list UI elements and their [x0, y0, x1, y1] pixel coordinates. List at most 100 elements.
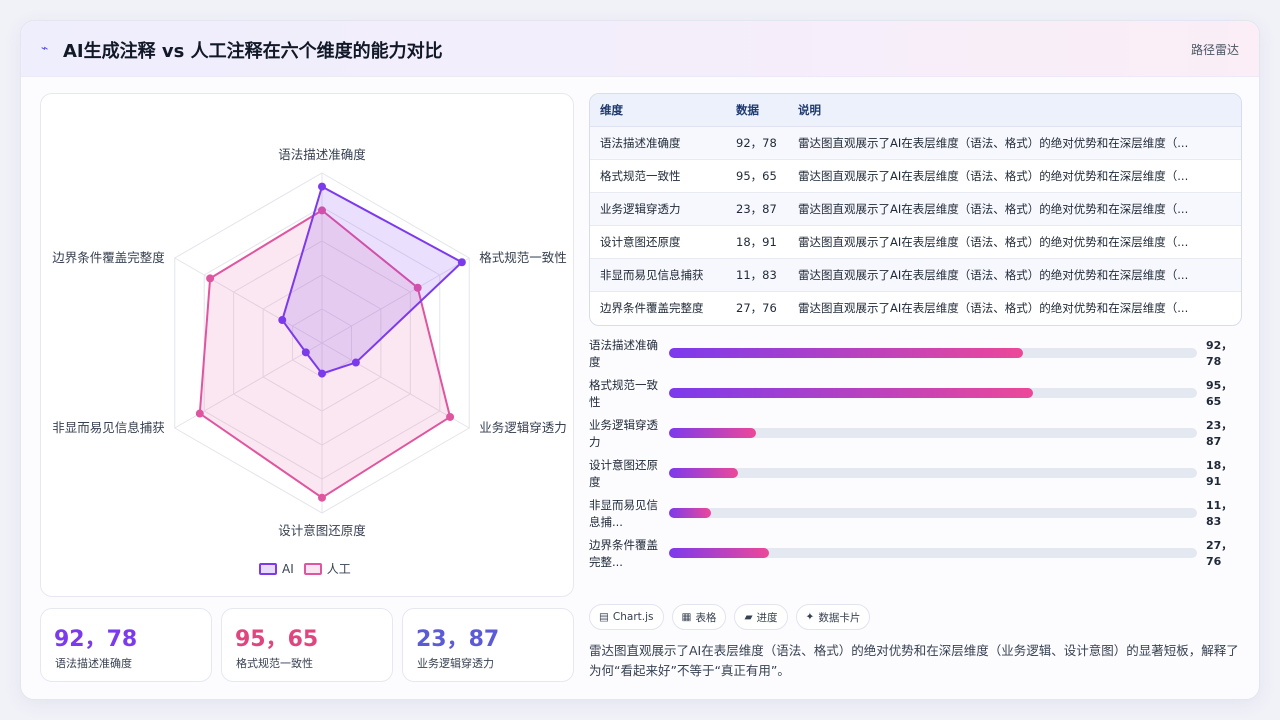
card-icon: ✦ [805, 611, 815, 623]
progress-value: 27，76 [1206, 539, 1233, 568]
progress-track [669, 428, 1197, 438]
table-cell: 业务逻辑穿透力 [590, 192, 726, 226]
progress-track [669, 508, 1197, 518]
progress-label: 边界条件覆盖完整... [589, 538, 658, 569]
table-cell: 非显而易见信息捕获 [590, 258, 726, 292]
chart-legend: AI 人工 [259, 560, 351, 577]
stat-label: 格式规范一致性 [236, 657, 313, 670]
radar-point [278, 316, 287, 325]
table-row[interactable]: 设计意图还原度 18，91 雷达图直观展示了AI在表层维度（语法、格式）的绝对优… [590, 225, 1241, 259]
progress-row: 非显而易见信息捕... 11，83 [589, 497, 1242, 533]
chip-label: 数据卡片 [818, 611, 861, 624]
progress-track [669, 548, 1197, 558]
table-cell: 边界条件覆盖完整度 [600, 300, 704, 315]
progress-row: 边界条件覆盖完整... 27，76 [589, 537, 1242, 573]
progress-value: 23，87 [1206, 419, 1233, 448]
chip-label: Chart.js [612, 611, 654, 623]
col-header-data[interactable]: 数据 [726, 94, 788, 127]
radar-chart: 语法描述准确度格式规范一致性业务逻辑穿透力设计意图还原度 非显而易见信息捕获边界条… [52, 147, 567, 538]
stat-label: 语法描述准确度 [55, 657, 132, 670]
progress-value: 18，91 [1206, 459, 1233, 488]
radar-point [206, 274, 215, 283]
table-cell: 雷达图直观展示了AI在表层维度（语法、格式）的绝对优势和在深层维度（... [788, 258, 1241, 292]
radar-axis-label: 业务逻辑穿透力 [479, 420, 567, 435]
radar-point [318, 182, 326, 191]
chip-data-card[interactable]: ✦ 数据卡片 [795, 604, 871, 630]
legend-item-human[interactable]: 人工 [303, 560, 351, 577]
legend-swatch-ai [259, 562, 277, 575]
radar-point [318, 493, 326, 502]
radar-point [446, 412, 455, 421]
progress-label: 非显而易见信息捕... [589, 498, 658, 529]
table-cell: 雷达图直观展示了AI在表层维度（语法、格式）的绝对优势和在深层维度（... [788, 225, 1241, 259]
legend-label-human: 人工 [326, 562, 351, 576]
legend-item-ai[interactable]: AI [259, 562, 294, 576]
table-cell: 95，65 [726, 159, 788, 193]
radar-point [457, 258, 466, 267]
table-cell: 设计意图还原度 [590, 225, 726, 259]
chart-icon: ▤ [599, 611, 609, 623]
progress-row: 语法描述准确度 92，78 [589, 337, 1242, 373]
radar-axis-label: 非显而易见信息捕获 [52, 420, 165, 435]
table-row[interactable]: 格式规范一致性 95，65 雷达图直观展示了AI在表层维度（语法、格式）的绝对优… [590, 159, 1241, 193]
radar-axis-label: 边界条件覆盖完整度 [52, 250, 165, 265]
radar-axis-label: 格式规范一致性 [479, 250, 567, 265]
progress-track [669, 388, 1197, 398]
progress-fill [669, 548, 770, 558]
col-header-dimension[interactable]: 维度 [590, 94, 726, 127]
table-cell: 格式规范一致性 [590, 159, 726, 193]
stat-value: 92，78 [54, 627, 138, 652]
progress-fill [669, 388, 1034, 398]
progress-value: 92，78 [1206, 339, 1233, 368]
dashboard-card: ⌁ AI生成注释 vs 人工注释在六个维度的能力对比 路径雷达 语法描述准确度格… [20, 20, 1260, 700]
chip-table[interactable]: ▦ 表格 [671, 604, 727, 630]
radar-point [195, 409, 204, 418]
progress-fill [669, 428, 757, 438]
legend-label-ai: AI [282, 561, 294, 576]
stat-label: 业务逻辑穿透力 [417, 657, 494, 670]
table-cell: 27，76 [736, 300, 777, 315]
radar-axis-label: 语法描述准确度 [278, 147, 366, 162]
chip-progress[interactable]: ▰ 进度 [734, 604, 788, 630]
summary-note: 雷达图直观展示了AI在表层维度（语法、格式）的绝对优势和在深层维度（业务逻辑、设… [589, 643, 1239, 678]
progress-row: 格式规范一致性 95，65 [589, 377, 1242, 413]
trend-icon: ⌁ [41, 41, 49, 55]
header-bar: ⌁ AI生成注释 vs 人工注释在六个维度的能力对比 路径雷达 [21, 21, 1259, 77]
table-cell: 语法描述准确度 [590, 126, 726, 160]
table-cell: 雷达图直观展示了AI在表层维度（语法、格式）的绝对优势和在深层维度（... [798, 300, 1189, 315]
stat-card-format: 95，65 格式规范一致性 [221, 608, 393, 682]
stat-card-logic: 23，87 业务逻辑穿透力 [402, 608, 574, 682]
progress-fill [669, 508, 712, 518]
legend-swatch-human [303, 562, 322, 575]
stat-value: 23，87 [416, 627, 500, 652]
progress-label: 格式规范一致性 [589, 378, 658, 409]
progress-icon: ▰ [744, 611, 753, 623]
table-row[interactable]: 非显而易见信息捕获 11，83 雷达图直观展示了AI在表层维度（语法、格式）的绝… [590, 258, 1241, 292]
progress-value: 95，65 [1206, 379, 1233, 408]
table: 维度 数据 说明 语法描述准确度 92，78 雷达图直观展示了AI在表层维度（语… [590, 94, 1241, 324]
radar-chart-panel: 语法描述准确度 格式规范一致性 业务逻辑穿透力 设计意图还原度 非显而易见信息捕获 边界条… [40, 93, 574, 597]
progress-fill [669, 348, 1023, 358]
table-icon: ▦ [681, 611, 692, 623]
table-cell: 18，91 [726, 225, 788, 259]
progress-label: 设计意图还原度 [589, 458, 658, 489]
progress-value: 11，83 [1206, 499, 1233, 528]
table-row[interactable]: 业务逻辑穿透力 23，87 雷达图直观展示了AI在表层维度（语法、格式）的绝对优… [590, 192, 1241, 226]
view-chips: ▤ Chart.js ▦ 表格 ▰ 进度 ✦ 数据卡片 [589, 604, 871, 630]
col-header-description[interactable]: 说明 [788, 94, 1241, 127]
table-row[interactable]: 语法描述准确度 92，78 雷达图直观展示了AI在表层维度（语法、格式）的绝对优… [590, 126, 1241, 160]
table-cell: 92，78 [726, 126, 788, 160]
table-cell: 雷达图直观展示了AI在表层维度（语法、格式）的绝对优势和在深层维度（... [788, 159, 1241, 193]
radar-point [351, 358, 360, 367]
progress-row: 业务逻辑穿透力 23，87 [589, 417, 1242, 453]
radar-point [318, 369, 326, 378]
path-radar-link[interactable]: 路径雷达 [1191, 41, 1239, 58]
table-cell: 11，83 [726, 258, 788, 292]
table-cell: 23，87 [726, 192, 788, 226]
progress-label: 业务逻辑穿透力 [589, 418, 658, 449]
table-header-row: 维度 数据 说明 [590, 94, 1241, 127]
table-cell: 雷达图直观展示了AI在表层维度（语法、格式）的绝对优势和在深层维度（... [788, 192, 1241, 226]
progress-track [669, 468, 1197, 478]
chip-chartjs[interactable]: ▤ Chart.js [589, 604, 664, 630]
table-row[interactable]: 边界条件覆盖完整度 27，76 雷达图直观展示了AI在表层维度（语法、格式）的绝… [590, 291, 1241, 324]
